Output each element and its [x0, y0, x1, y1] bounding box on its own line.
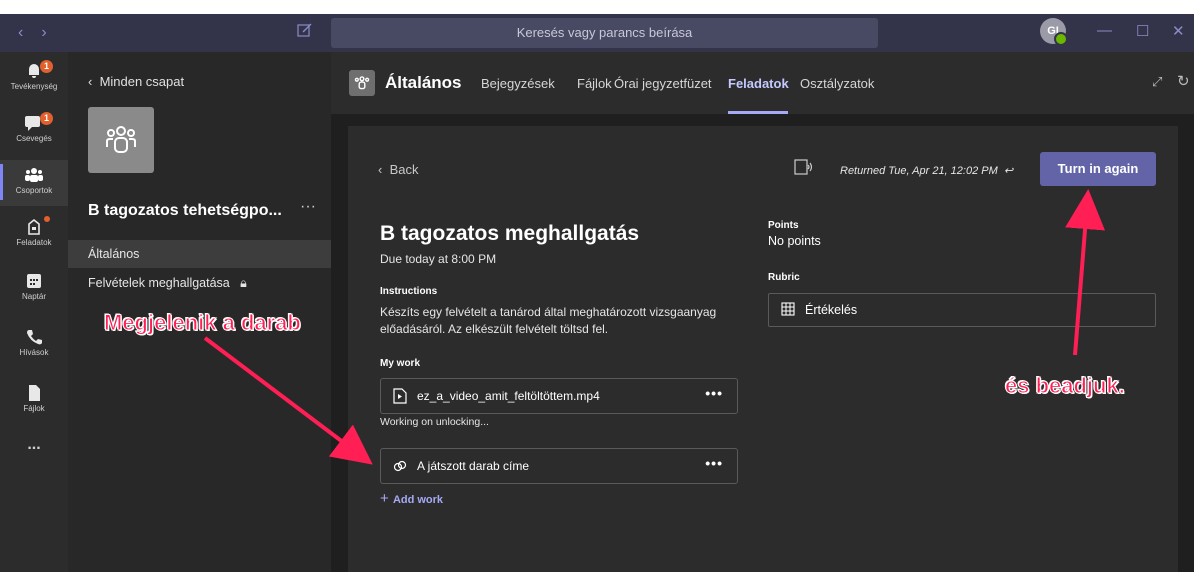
avatar[interactable]: GI: [1040, 18, 1068, 46]
channel-title: Általános: [385, 73, 462, 92]
due-date: Due today at 8:00 PM: [380, 252, 497, 266]
forward-arrow-icon[interactable]: ›: [41, 24, 64, 41]
immersive-reader-icon[interactable]: [794, 158, 812, 176]
phone-icon: [27, 330, 42, 345]
more-icon: ...: [27, 436, 41, 453]
unlocking-status: Working on unlocking...: [380, 416, 489, 428]
points-heading: Points: [768, 220, 799, 231]
back-link[interactable]: ‹ Back: [378, 162, 418, 177]
rail-item-chat[interactable]: 1 Csevegés: [0, 112, 68, 158]
annotation-left: Megjelenik a darab: [104, 310, 302, 336]
calendar-icon: [27, 274, 41, 288]
channel-label: Felvételek meghallgatása: [88, 276, 230, 290]
grid-icon: [781, 302, 795, 316]
rail-item-label: Fájlok: [23, 404, 45, 413]
team-more-options-icon[interactable]: ···: [300, 198, 316, 216]
work-link-item[interactable]: A játszott darab címe •••: [380, 448, 738, 484]
compose-icon[interactable]: [297, 22, 313, 38]
rail-item-activity[interactable]: 1 Tevékenység: [0, 60, 68, 106]
plus-icon: +: [380, 490, 393, 507]
status-available-icon: [1054, 32, 1068, 46]
channel-item-general[interactable]: Általános: [68, 240, 331, 268]
rail-item-label: Csoportok: [15, 186, 53, 195]
maximize-icon[interactable]: ☐: [1136, 22, 1149, 40]
rail-item-assignments[interactable]: Feladatok: [0, 216, 68, 262]
chat-badge: 1: [40, 112, 53, 125]
more-options-icon[interactable]: •••: [705, 385, 723, 401]
tab-posts[interactable]: Bejegyzések: [481, 76, 555, 91]
team-icon: [354, 76, 370, 90]
rail-item-label: Feladatok: [16, 238, 52, 247]
link-name: A játszott darab címe: [417, 459, 530, 473]
channel-header: Általános Bejegyzések Fájlok Órai jegyze…: [331, 52, 1194, 114]
video-file-icon: [393, 388, 407, 404]
points-value: No points: [768, 234, 821, 248]
rubric-heading: Rubric: [768, 272, 800, 283]
team-icon: [106, 126, 136, 153]
rail-item-teams[interactable]: Csoportok: [0, 160, 68, 206]
rail-item-label: Tevékenység: [10, 82, 58, 91]
refresh-icon[interactable]: ↻: [1177, 72, 1190, 90]
rubric-name: Értékelés: [805, 303, 858, 317]
tab-files[interactable]: Fájlok: [577, 76, 612, 91]
returned-status: Returned Tue, Apr 21, 12:02 PM ↩: [840, 164, 1013, 177]
rail-item-calls[interactable]: Hívások: [0, 328, 68, 372]
all-teams-label: Minden csapat: [99, 74, 185, 89]
channel-team-icon: [349, 70, 375, 96]
files-icon: [29, 385, 40, 401]
chevron-left-icon: ‹: [378, 162, 390, 177]
instructions-heading: Instructions: [380, 286, 438, 297]
rail-item-label: Naptár: [21, 292, 46, 301]
activity-badge: 1: [40, 60, 53, 73]
top-strip: [0, 0, 1194, 14]
annotation-right: és beadjuk.: [1005, 373, 1126, 399]
channel-label: Általános: [88, 247, 140, 261]
assignment-title: B tagozatos meghallgatás: [380, 222, 640, 245]
return-arrow-icon: ↩: [1000, 165, 1014, 177]
add-work-button[interactable]: + Add work: [380, 490, 443, 507]
more-options-icon[interactable]: •••: [705, 455, 723, 471]
back-arrow-icon[interactable]: ‹: [18, 24, 41, 41]
close-icon[interactable]: ✕: [1172, 22, 1185, 40]
team-avatar: [88, 107, 154, 173]
add-work-label: Add work: [392, 494, 444, 506]
rail-item-label: Csevegés: [16, 134, 52, 143]
turn-in-again-button[interactable]: Turn in again: [1040, 152, 1156, 186]
history-nav[interactable]: ‹›: [18, 24, 65, 42]
lock-icon: 🔒︎: [233, 276, 247, 290]
all-teams-link[interactable]: ‹ Minden csapat: [88, 74, 184, 89]
tab-assignments[interactable]: Feladatok: [728, 76, 789, 91]
assignments-icon: [28, 218, 40, 235]
rail-item-files[interactable]: Fájlok: [0, 384, 68, 428]
work-file-item[interactable]: ez_a_video_amit_feltöltöttem.mp4 •••: [380, 378, 738, 414]
app-rail: 1 Tevékenység 1 Csevegés Csoportok Felad…: [0, 52, 68, 572]
assignments-dot-icon: [44, 216, 50, 222]
link-icon: [393, 460, 407, 472]
teams-icon: [25, 168, 43, 182]
expand-icon[interactable]: ⤢: [1152, 74, 1162, 90]
instructions-text: Készíts egy felvételt a tanárod által me…: [380, 305, 717, 336]
chevron-left-icon: ‹: [88, 74, 100, 89]
team-name: B tagozatos tehetségpo...: [88, 202, 282, 219]
tab-grades[interactable]: Osztályzatok: [800, 76, 874, 91]
search-input[interactable]: Keresés vagy parancs beírása: [331, 18, 878, 48]
rail-more[interactable]: ...: [0, 436, 68, 460]
assignment-card: ‹ Back Returned Tue, Apr 21, 12:02 PM ↩ …: [348, 126, 1178, 572]
rubric-item[interactable]: Értékelés: [768, 293, 1156, 327]
tab-class-notebook[interactable]: Órai jegyzetfüzet: [614, 76, 712, 91]
rail-item-label: Hívások: [19, 348, 49, 357]
channel-item-recordings[interactable]: Felvételek meghallgatása 🔒︎: [88, 276, 247, 291]
my-work-heading: My work: [380, 358, 421, 369]
rail-item-calendar[interactable]: Naptár: [0, 272, 68, 316]
minimize-icon[interactable]: —: [1097, 22, 1112, 39]
returned-text: Returned Tue, Apr 21, 12:02 PM: [840, 165, 998, 177]
file-name: ez_a_video_amit_feltöltöttem.mp4: [417, 389, 600, 403]
back-label: Back: [389, 162, 419, 177]
